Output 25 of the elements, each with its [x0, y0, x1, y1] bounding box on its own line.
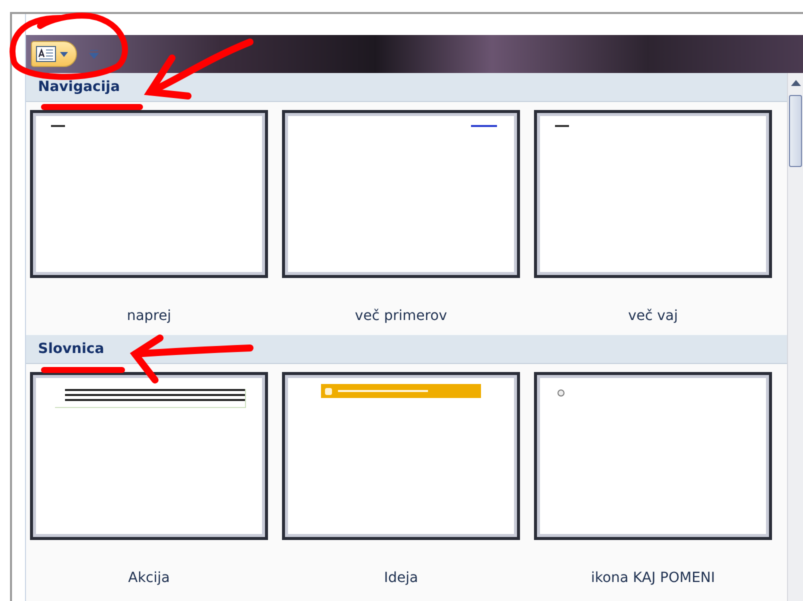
- mini-text-line: [51, 125, 65, 127]
- scrollbar[interactable]: [787, 73, 803, 601]
- dropdown-icon: [89, 50, 99, 58]
- layout-icon: [36, 46, 56, 62]
- slide-thumbnail[interactable]: [534, 110, 772, 278]
- slide-label: več primerov: [354, 308, 448, 325]
- circle-icon: [557, 389, 565, 397]
- slide-label: ikona KAJ POMENI: [590, 570, 716, 587]
- slide-label: Ideja: [384, 570, 418, 587]
- mini-text-line: [471, 125, 497, 127]
- slide-thumbnail[interactable]: [282, 110, 520, 278]
- scroll-thumb[interactable]: [789, 95, 802, 167]
- layout-button[interactable]: [31, 41, 77, 67]
- section-title: Navigacija: [38, 79, 120, 95]
- slide-thumbnail[interactable]: [534, 372, 772, 540]
- slide-label: Akcija: [128, 570, 170, 587]
- caret-icon: [60, 52, 68, 56]
- slide-thumbnail[interactable]: [282, 372, 520, 540]
- scroll-up-icon[interactable]: [790, 79, 802, 87]
- slide-thumbnail[interactable]: [30, 372, 268, 540]
- slide-label: naprej: [126, 308, 172, 325]
- section-title: Slovnica: [38, 341, 104, 357]
- mini-text-line: [555, 125, 569, 127]
- slide-thumbnail[interactable]: [30, 110, 268, 278]
- slide-label: več vaj: [628, 308, 678, 325]
